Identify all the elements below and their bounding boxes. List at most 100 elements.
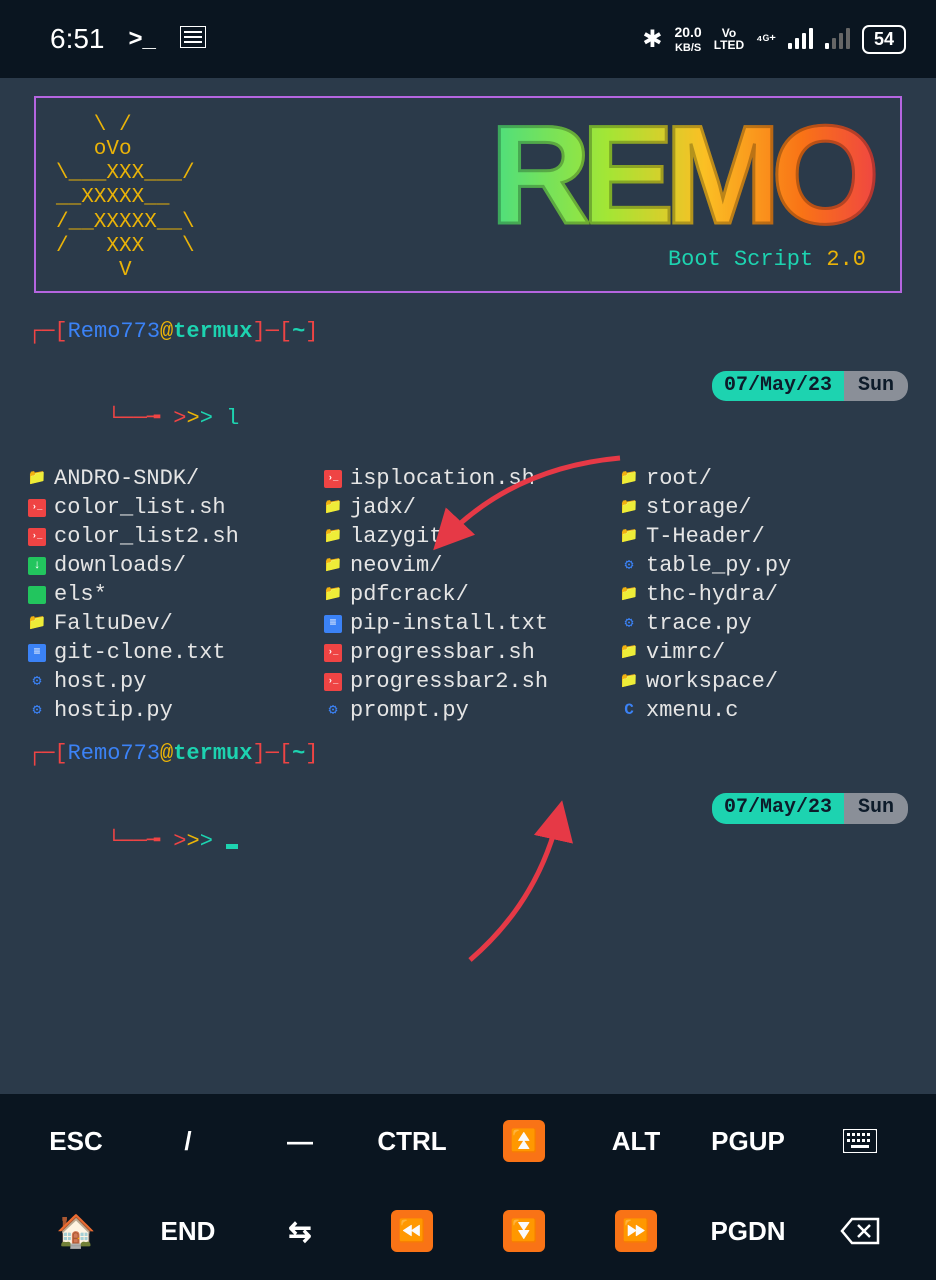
key-up[interactable]: ⏫: [468, 1118, 580, 1164]
file-name: progressbar.sh: [350, 638, 535, 667]
file-entry: workspace/: [620, 667, 908, 696]
file-entry: downloads/: [28, 551, 316, 580]
prompt-line-1: ┌─[Remo773@termux]─[~] 07/May/23Sun └──╼…: [28, 317, 908, 462]
file-name: hostip.py: [54, 696, 173, 725]
file-name: color_list2.sh: [54, 522, 239, 551]
file-name: pdfcrack/: [350, 580, 469, 609]
py-icon: [620, 557, 638, 575]
clock: 6:51: [50, 23, 105, 55]
key-home-icon[interactable]: 🏠: [20, 1208, 132, 1254]
key-pgup[interactable]: PGUP: [692, 1118, 804, 1164]
txt-icon: [28, 644, 46, 662]
key-slash[interactable]: /: [132, 1118, 244, 1164]
c-icon: [620, 702, 638, 720]
file-name: progressbar2.sh: [350, 667, 548, 696]
prompt-line-2: ┌─[Remo773@termux]─[~] 07/May/23Sun └──╼…: [28, 739, 908, 884]
file-entry: T-Header/: [620, 522, 908, 551]
txt-icon: [324, 615, 342, 633]
dir-icon: [28, 470, 46, 488]
signal-bars-2: [825, 29, 850, 49]
date-badge-2: 07/May/23Sun: [712, 793, 908, 823]
key-pgdn[interactable]: PGDN: [692, 1208, 804, 1254]
dir-icon: [28, 615, 46, 633]
py-icon: [620, 615, 638, 633]
key-tab-swap-icon[interactable]: ⇆: [244, 1208, 356, 1254]
dir-icon: [324, 528, 342, 546]
file-entry: els*: [28, 580, 316, 609]
key-next[interactable]: ⏩: [580, 1208, 692, 1254]
news-indicator-icon: [180, 26, 206, 53]
file-entry: host.py: [28, 667, 316, 696]
dir-icon: [620, 528, 638, 546]
dir-icon: [620, 470, 638, 488]
file-entry: neovim/: [324, 551, 612, 580]
dir-icon: [324, 499, 342, 517]
file-entry: table_py.py: [620, 551, 908, 580]
android-status-bar: 6:51 >_ ✱ 20.0KB/S Vo LTED ⁴ᴳ⁺ 54: [0, 0, 936, 78]
file-name: storage/: [646, 493, 752, 522]
key-dash[interactable]: —: [244, 1118, 356, 1164]
key-alt[interactable]: ALT: [580, 1118, 692, 1164]
file-entry: git-clone.txt: [28, 638, 316, 667]
dir-icon: [620, 586, 638, 604]
key-end[interactable]: END: [132, 1208, 244, 1254]
file-name: pip-install.txt: [350, 609, 548, 638]
file-entry: lazygit/: [324, 522, 612, 551]
date-badge: 07/May/23Sun: [712, 371, 908, 401]
file-name: host.py: [54, 667, 146, 696]
key-prev[interactable]: ⏪: [356, 1208, 468, 1254]
key-backspace-icon[interactable]: [804, 1208, 916, 1254]
dir-icon: [620, 499, 638, 517]
file-name: trace.py: [646, 609, 752, 638]
sh-icon: [324, 673, 342, 691]
file-entry: hostip.py: [28, 696, 316, 725]
file-name: git-clone.txt: [54, 638, 226, 667]
terminal-output[interactable]: \ / oVo \___XXX___/ __XXXXX__ /__XXXXX__…: [0, 78, 936, 1098]
key-down[interactable]: ⏬: [468, 1208, 580, 1254]
file-name: workspace/: [646, 667, 778, 696]
remo-logo: REMO: [490, 108, 880, 241]
sh-icon: [28, 528, 46, 546]
file-name: els*: [54, 580, 107, 609]
command-typed: l: [226, 406, 239, 431]
ls-output-grid: ANDRO-SNDK/color_list.shcolor_list2.shdo…: [28, 464, 908, 725]
file-name: jadx/: [350, 493, 416, 522]
boot-script-label: Boot Script 2.0: [668, 245, 880, 274]
file-name: neovim/: [350, 551, 442, 580]
key-esc[interactable]: ESC: [20, 1118, 132, 1164]
file-name: FaltuDev/: [54, 609, 173, 638]
file-entry: vimrc/: [620, 638, 908, 667]
file-name: color_list.sh: [54, 493, 226, 522]
file-name: T-Header/: [646, 522, 765, 551]
file-entry: ANDRO-SNDK/: [28, 464, 316, 493]
terminal-indicator-icon: >_: [129, 25, 156, 53]
network-type: ⁴ᴳ⁺: [756, 33, 776, 46]
net-speed: 20.0KB/S: [674, 25, 701, 54]
py-icon: [28, 673, 46, 691]
file-name: lazygit/: [350, 522, 456, 551]
file-entry: FaltuDev/: [28, 609, 316, 638]
file-entry: isplocation.sh: [324, 464, 612, 493]
py-icon: [324, 702, 342, 720]
file-name: vimrc/: [646, 638, 725, 667]
volte-indicator: Vo LTED: [714, 27, 744, 51]
file-entry: storage/: [620, 493, 908, 522]
key-ctrl[interactable]: CTRL: [356, 1118, 468, 1164]
file-entry: progressbar.sh: [324, 638, 612, 667]
file-entry: prompt.py: [324, 696, 612, 725]
ascii-bug-art: \ / oVo \___XXX___/ __XXXXX__ /__XXXXX__…: [56, 108, 211, 283]
sh-icon: [324, 470, 342, 488]
file-entry: pdfcrack/: [324, 580, 612, 609]
key-keyboard-icon[interactable]: [804, 1118, 916, 1164]
file-entry: progressbar2.sh: [324, 667, 612, 696]
file-name: xmenu.c: [646, 696, 738, 725]
file-entry: jadx/: [324, 493, 612, 522]
file-name: table_py.py: [646, 551, 791, 580]
dl-icon: [28, 557, 46, 575]
cursor: [226, 844, 238, 849]
file-entry: thc-hydra/: [620, 580, 908, 609]
sh-icon: [324, 644, 342, 662]
battery-indicator: 54: [862, 25, 906, 54]
dir-icon: [324, 586, 342, 604]
exe-icon: [28, 586, 46, 604]
